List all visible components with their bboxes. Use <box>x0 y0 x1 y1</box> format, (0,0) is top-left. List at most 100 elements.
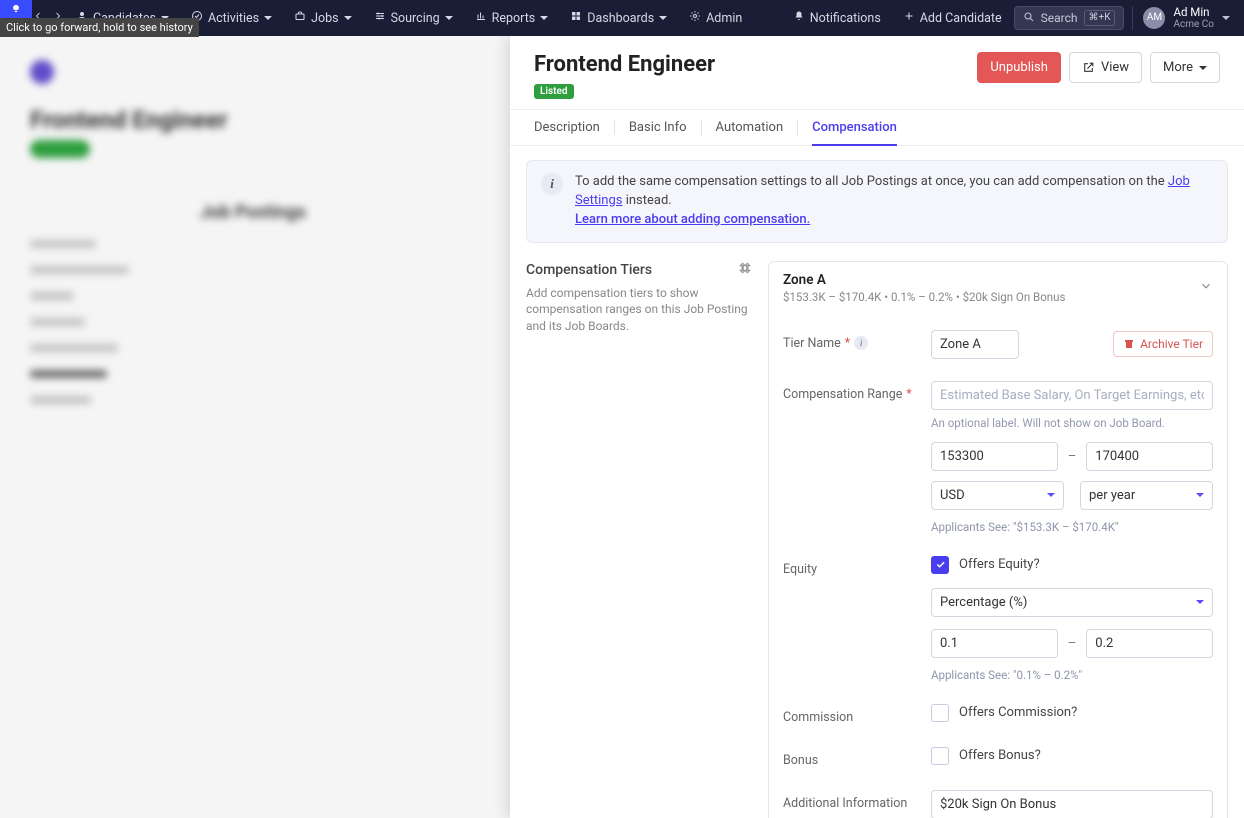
briefcase-icon <box>294 10 306 26</box>
label-additional: Additional Information <box>783 796 907 811</box>
search-label: Search <box>1041 11 1078 25</box>
bell-icon <box>793 10 805 26</box>
tier-a-header[interactable]: Zone A $153.3K – $170.4K • 0.1% – 0.2% •… <box>769 262 1227 314</box>
tab-basic-info[interactable]: Basic Info <box>629 110 687 145</box>
nav-jobs[interactable]: Jobs <box>284 4 362 32</box>
info-banner: i To add the same compensation settings … <box>526 160 1228 243</box>
gear-icon <box>689 10 701 26</box>
nav-label: Sourcing <box>391 11 440 26</box>
nav-reports[interactable]: Reports <box>465 4 559 32</box>
view-label: View <box>1101 60 1129 75</box>
caret-down-icon <box>1199 66 1207 70</box>
range-max-input[interactable] <box>1086 442 1213 471</box>
label-tier-name: Tier Name <box>783 336 841 351</box>
currency-value: USD <box>940 488 965 503</box>
nav-notifications[interactable]: Notifications <box>783 4 891 32</box>
user-name: Ad Min <box>1173 6 1214 19</box>
caret-down-icon <box>1222 16 1230 20</box>
offers-bonus-checkbox[interactable] <box>931 747 949 765</box>
caret-down-icon <box>344 16 352 20</box>
nav-label: Add Candidate <box>920 11 1002 26</box>
learn-more-link[interactable]: Learn more about adding compensation. <box>575 212 810 227</box>
nav-label: Admin <box>706 11 742 26</box>
nav-label: Notifications <box>810 11 881 26</box>
additional-info-input[interactable] <box>931 790 1213 818</box>
chevron-down-icon <box>1199 279 1213 297</box>
avatar: AM <box>1143 7 1165 29</box>
caret-down-icon <box>445 16 453 20</box>
offers-bonus-label: Offers Bonus? <box>959 748 1041 763</box>
equity-min-input[interactable] <box>931 629 1058 658</box>
dash: – <box>1058 449 1087 464</box>
caret-down-icon <box>659 16 667 20</box>
search-icon <box>1023 11 1035 26</box>
range-helper-text: An optional label. Will not show on Job … <box>931 416 1213 430</box>
sliders-icon <box>374 10 386 26</box>
tier-zone-a: Zone A $153.3K – $170.4K • 0.1% – 0.2% •… <box>769 262 1227 818</box>
label-commission: Commission <box>783 710 853 725</box>
range-label-input[interactable] <box>931 381 1213 410</box>
more-label: More <box>1163 60 1193 75</box>
comp-tiers-heading: Compensation Tiers <box>526 262 652 278</box>
nav-label: Dashboards <box>587 11 654 26</box>
reorder-icon[interactable] <box>738 261 752 279</box>
archive-icon <box>1123 338 1135 350</box>
caret-down-icon <box>540 16 548 20</box>
applicants-see-equity: Applicants See: "0.1% – 0.2%" <box>931 668 1213 682</box>
nav-dashboards[interactable]: Dashboards <box>560 4 677 32</box>
caret-down-icon <box>1047 493 1055 497</box>
more-button[interactable]: More <box>1150 52 1220 83</box>
info-icon[interactable]: i <box>854 336 868 350</box>
tier-a-name: Zone A <box>783 272 1065 288</box>
nav-add-candidate[interactable]: Add Candidate <box>893 4 1012 32</box>
unpublish-button[interactable]: Unpublish <box>977 52 1061 83</box>
range-min-input[interactable] <box>931 442 1058 471</box>
user-org: Acme Co <box>1173 19 1214 30</box>
status-badge: Listed <box>534 84 574 99</box>
global-search[interactable]: Search ⌘+K <box>1014 6 1125 30</box>
tab-description[interactable]: Description <box>534 110 600 145</box>
currency-select[interactable]: USD <box>931 481 1064 510</box>
dash: – <box>1058 636 1087 651</box>
browser-history-tooltip: Click to go forward, hold to see history <box>0 18 199 37</box>
banner-text-b: instead. <box>626 193 672 208</box>
tier-name-input[interactable] <box>931 330 1019 359</box>
grid-icon <box>570 10 582 26</box>
offers-commission-checkbox[interactable] <box>931 704 949 722</box>
archive-label: Archive Tier <box>1140 337 1203 351</box>
browser-tab-indicator <box>0 0 32 18</box>
label-bonus: Bonus <box>783 753 818 768</box>
offers-equity-checkbox[interactable] <box>931 556 949 574</box>
tab-compensation[interactable]: Compensation <box>812 110 897 145</box>
search-shortcut: ⌘+K <box>1084 10 1116 26</box>
period-select[interactable]: per year <box>1080 481 1213 510</box>
banner-text: To add the same compensation settings to… <box>575 174 1168 189</box>
equity-type-value: Percentage (%) <box>940 595 1027 610</box>
plus-icon <box>903 10 915 26</box>
job-posting-panel: Frontend Engineer Listed Unpublish View … <box>510 36 1244 818</box>
view-button[interactable]: View <box>1069 52 1142 83</box>
label-equity: Equity <box>783 562 817 577</box>
panel-tabs: Description Basic Info Automation Compen… <box>510 109 1244 146</box>
panel-title: Frontend Engineer <box>534 52 715 77</box>
tier-a-summary: $153.3K – $170.4K • 0.1% – 0.2% • $20k S… <box>783 290 1065 304</box>
caret-down-icon <box>1196 493 1204 497</box>
external-link-icon <box>1082 61 1095 74</box>
chart-icon <box>475 10 487 26</box>
caret-down-icon <box>264 16 272 20</box>
applicants-see-range: Applicants See: "$153.3K – $170.4K" <box>931 520 1213 534</box>
archive-tier-button[interactable]: Archive Tier <box>1113 331 1213 357</box>
tab-automation[interactable]: Automation <box>716 110 784 145</box>
offers-equity-label: Offers Equity? <box>959 557 1040 572</box>
nav-label: Reports <box>492 11 536 26</box>
equity-type-select[interactable]: Percentage (%) <box>931 588 1213 617</box>
offers-commission-label: Offers Commission? <box>959 705 1077 720</box>
user-menu[interactable]: AM Ad Min Acme Co <box>1132 6 1236 30</box>
info-icon: i <box>541 173 563 195</box>
equity-max-input[interactable] <box>1086 629 1213 658</box>
label-comp-range: Compensation Range <box>783 387 902 402</box>
nav-label: Jobs <box>311 11 339 26</box>
period-value: per year <box>1089 488 1135 503</box>
nav-admin[interactable]: Admin <box>679 4 752 32</box>
nav-sourcing[interactable]: Sourcing <box>364 4 463 32</box>
